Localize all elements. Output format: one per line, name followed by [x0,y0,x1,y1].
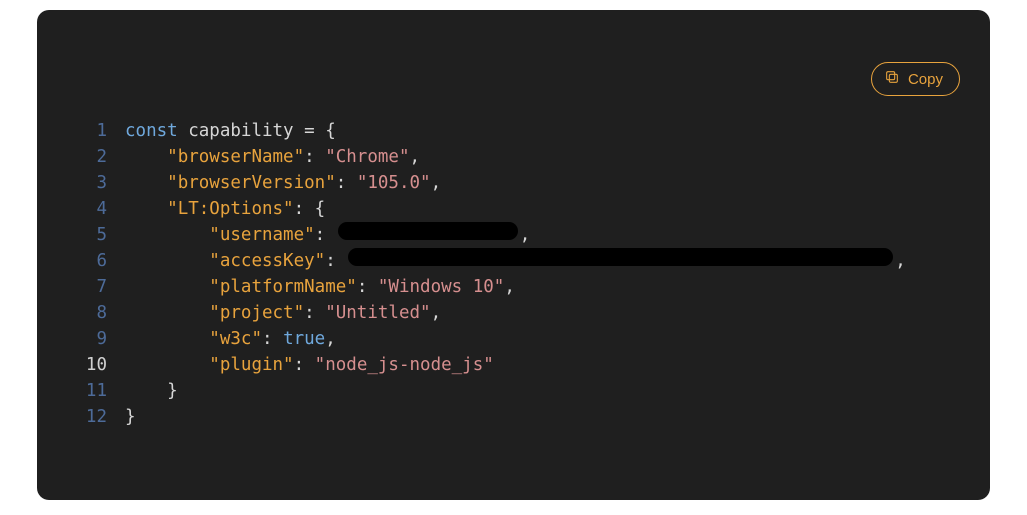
token-comma: , [431,170,442,196]
code-block: Copy 1 const capability = { 2 "browserNa… [37,10,990,500]
token-boolean: true [283,326,325,352]
line-number: 3 [67,170,125,196]
token-indent [125,300,209,326]
line-number: 8 [67,300,125,326]
redacted-value [348,248,893,266]
token-indent [125,196,167,222]
token-colon: : [294,352,315,378]
token-string: "Windows 10" [378,274,504,300]
line-number: 12 [67,404,125,430]
token-string: "node_js-node_js" [315,352,494,378]
code-line: 1 const capability = { [67,118,960,144]
code-line: 9 "w3c": true, [67,326,960,352]
token-indent [125,170,167,196]
token-colon: : [262,326,283,352]
code-line: 6 "accessKey": , [67,248,960,274]
token-keyword: const [125,118,178,144]
code-line: 2 "browserName": "Chrome", [67,144,960,170]
token-key: "platformName" [209,274,357,300]
token-brace: } [125,404,136,430]
token-key: "browserName" [167,144,304,170]
code-line: 4 "LT:Options": { [67,196,960,222]
code-line: 3 "browserVersion": "105.0", [67,170,960,196]
token-string: "Untitled" [325,300,430,326]
line-number: 10 [67,352,125,378]
token-string: "105.0" [357,170,431,196]
token-string: "Chrome" [325,144,409,170]
token-colon: : [325,248,346,274]
token-indent [125,352,209,378]
token-key: "plugin" [209,352,293,378]
line-number: 2 [67,144,125,170]
token-key: "browserVersion" [167,170,336,196]
token-colon: : [304,144,325,170]
token-space [178,118,189,144]
line-number: 11 [67,378,125,404]
token-key: "username" [209,222,314,248]
token-indent [125,144,167,170]
token-brace: } [167,378,178,404]
token-comma: , [895,248,906,274]
code-line: 8 "project": "Untitled", [67,300,960,326]
code-line: 7 "platformName": "Windows 10", [67,274,960,300]
copy-button[interactable]: Copy [871,62,960,96]
screenshot-frame: Copy 1 const capability = { 2 "browserNa… [0,0,1027,515]
code-line: 12 } [67,404,960,430]
copy-button-label: Copy [908,71,943,88]
token-comma: , [520,222,531,248]
token-identifier: capability [188,118,293,144]
copy-icon [884,69,900,89]
token-indent [125,378,167,404]
token-comma: , [325,326,336,352]
token-colon: : [357,274,378,300]
code-line: 5 "username": , [67,222,960,248]
token-indent [125,274,209,300]
line-number: 4 [67,196,125,222]
token-colon: : [304,300,325,326]
token-key: "accessKey" [209,248,325,274]
token-comma: , [431,300,442,326]
token-indent [125,222,209,248]
code-line: 11 } [67,378,960,404]
line-number: 1 [67,118,125,144]
token-indent [125,326,209,352]
line-number: 7 [67,274,125,300]
token-colon: : [336,170,357,196]
token-colon: : [315,222,336,248]
token-comma: , [504,274,515,300]
token-colon: : { [294,196,326,222]
line-number: 5 [67,222,125,248]
token-indent [125,248,209,274]
redacted-value [338,222,518,240]
token-key: "w3c" [209,326,262,352]
line-number: 6 [67,248,125,274]
token-key: "project" [209,300,304,326]
line-number: 9 [67,326,125,352]
token-comma: , [410,144,421,170]
code-line: 10 "plugin": "node_js-node_js" [67,352,960,378]
token-punct: = { [294,118,336,144]
token-key: "LT:Options" [167,196,293,222]
code-area[interactable]: 1 const capability = { 2 "browserName": … [67,118,960,430]
